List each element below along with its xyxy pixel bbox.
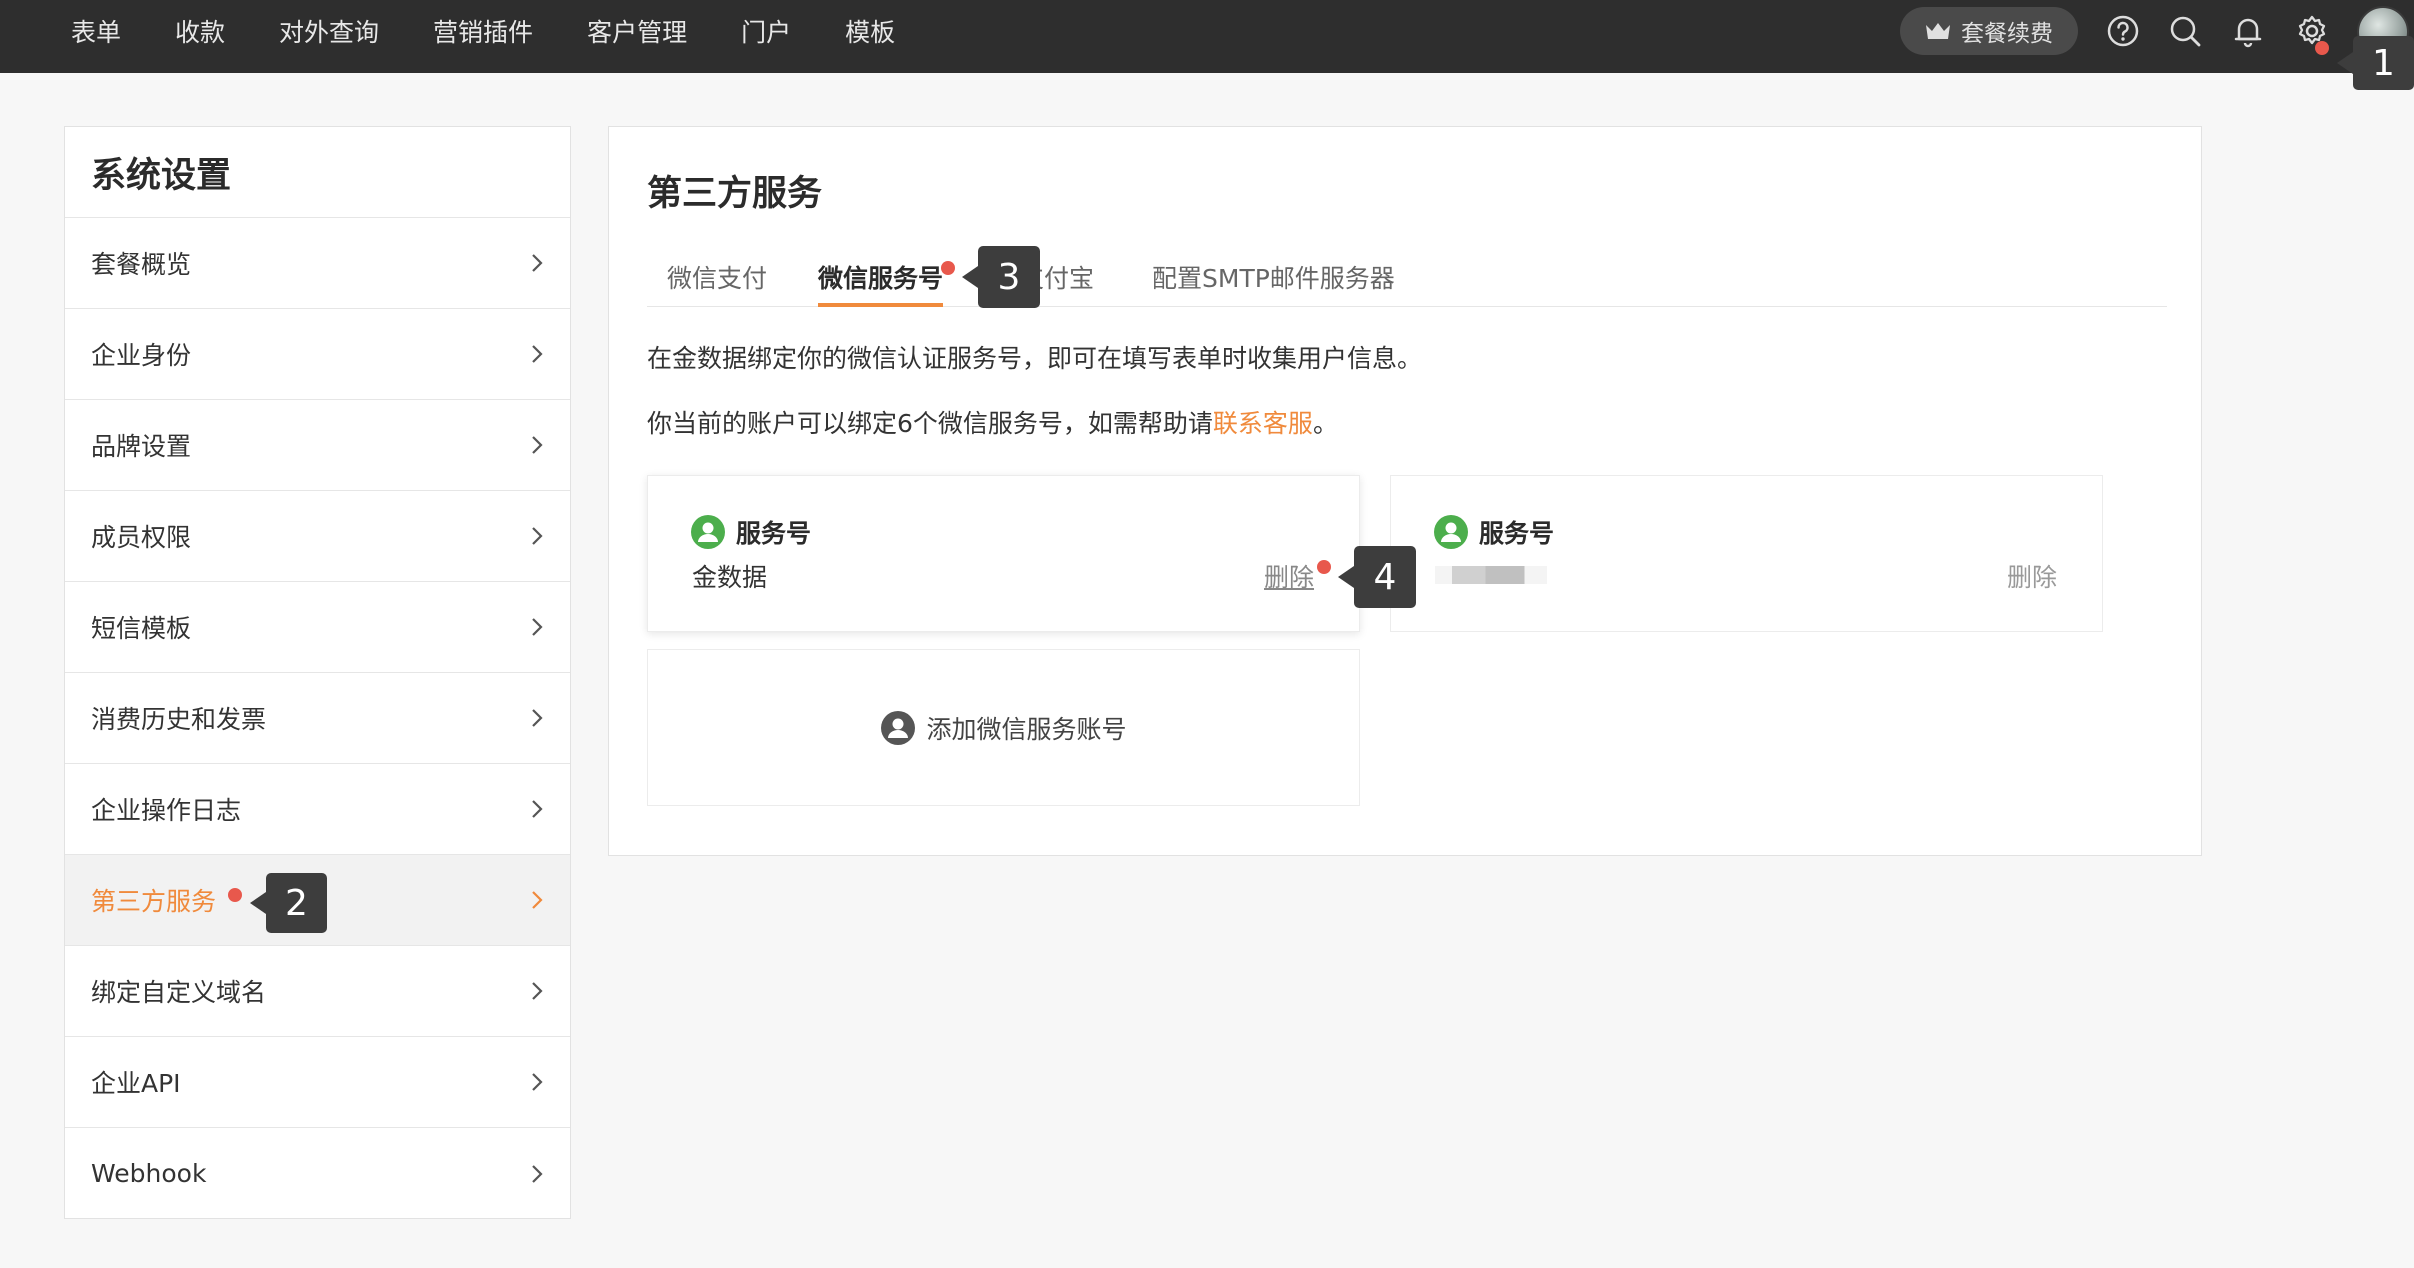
sidebar-item-label: 绑定自定义域名 [91, 978, 267, 1007]
card-header: 服务号 [690, 514, 811, 550]
chevron-right-icon [526, 525, 548, 547]
delete-link[interactable]: 删除 [1264, 558, 1314, 594]
delete-link[interactable]: 删除 [2007, 558, 2057, 594]
sidebar-item-label: 企业API [91, 1069, 181, 1098]
service-account-card: 服务号 删除 [1390, 475, 2103, 632]
chevron-right-icon [526, 707, 548, 729]
wechat-user-icon [691, 515, 725, 549]
third-party-services-panel: 第三方服务 微信支付 微信服务号 支付宝 配置SMTP邮件服务器 在金数据绑定你… [608, 126, 2202, 856]
renew-plan-label: 套餐续费 [1961, 21, 2053, 47]
renew-plan-button[interactable]: 套餐续费 [1900, 7, 2078, 55]
service-account-card: 服务号 金数据 删除 [647, 475, 1360, 632]
account-limit-text: 你当前的账户可以绑定6个微信服务号，如需帮助请联系客服。 [647, 404, 1338, 440]
user-add-icon [881, 710, 916, 745]
tab-marker-dot [941, 261, 955, 275]
add-service-account-label: 添加微信服务账号 [926, 714, 1127, 744]
sidebar-item-custom-domain[interactable]: 绑定自定义域名 [65, 946, 570, 1037]
callout-marker-1: 1 [2337, 36, 2414, 90]
card-title: 服务号 [736, 519, 812, 548]
nav-item-customer-management[interactable]: 客户管理 [587, 13, 687, 49]
main-nav: 表单 收款 对外查询 营销插件 客户管理 门户 模板 [71, 0, 949, 62]
sidebar-item-member-permissions[interactable]: 成员权限 [65, 491, 570, 582]
nav-item-portal[interactable]: 门户 [741, 13, 791, 49]
bell-icon[interactable] [2229, 12, 2267, 50]
nav-item-marketing-plugins[interactable]: 营销插件 [433, 13, 533, 49]
sidebar-item-label: 成员权限 [91, 523, 192, 552]
account-limit-suffix: 。 [1312, 409, 1338, 438]
sidebar-item-company-api[interactable]: 企业API [65, 1037, 570, 1128]
bind-description: 在金数据绑定你的微信认证服务号，即可在填写表单时收集用户信息。 [647, 344, 1423, 373]
sidebar-item-label: 短信模板 [91, 614, 192, 643]
chevron-right-icon [526, 434, 548, 456]
sidebar-item-label: 品牌设置 [91, 432, 192, 461]
chevron-right-icon [526, 889, 548, 911]
help-icon[interactable] [2104, 12, 2142, 50]
chevron-right-icon [526, 798, 548, 820]
tab-smtp-config[interactable]: 配置SMTP邮件服务器 [1152, 251, 1395, 307]
nav-item-forms[interactable]: 表单 [71, 13, 121, 49]
sidebar-item-label: 第三方服务 [91, 887, 217, 916]
sidebar-item-webhook[interactable]: Webhook [65, 1128, 570, 1219]
service-tabs: 微信支付 微信服务号 支付宝 配置SMTP邮件服务器 [647, 251, 2167, 307]
chevron-right-icon [526, 1071, 548, 1093]
callout-marker-2: 2 [250, 873, 327, 933]
chevron-right-icon [526, 616, 548, 638]
sidebar-item-billing-history[interactable]: 消费历史和发票 [65, 673, 570, 764]
sidebar-item-company-identity[interactable]: 企业身份 [65, 309, 570, 400]
chevron-right-icon [526, 1163, 548, 1185]
contact-support-link[interactable]: 联系客服 [1213, 409, 1313, 438]
sidebar-item-brand-settings[interactable]: 品牌设置 [65, 400, 570, 491]
sidebar-title: 系统设置 [65, 127, 570, 218]
account-name: 金数据 [692, 563, 768, 592]
top-nav-bar: 表单 收款 对外查询 营销插件 客户管理 门户 模板 套餐续费 [0, 0, 2414, 73]
sidebar-item-label: 消费历史和发票 [91, 705, 267, 734]
add-service-account-button[interactable]: 添加微信服务账号 [647, 649, 1360, 806]
nav-item-templates[interactable]: 模板 [845, 13, 895, 49]
account-limit-prefix: 你当前的账户可以绑定6个微信服务号，如需帮助请 [647, 409, 1213, 438]
sidebar-item-label: Webhook [91, 1159, 207, 1188]
callout-marker-3: 3 [962, 246, 1040, 308]
page-title: 第三方服务 [647, 174, 823, 214]
tab-wechat-pay[interactable]: 微信支付 [667, 251, 767, 307]
sidebar-item-sms-templates[interactable]: 短信模板 [65, 582, 570, 673]
sidebar-item-label: 企业操作日志 [91, 796, 242, 825]
card-header: 服务号 [1433, 514, 1554, 550]
card-title: 服务号 [1479, 519, 1555, 548]
tab-wechat-service-account[interactable]: 微信服务号 [818, 251, 944, 307]
callout-marker-4: 4 [1338, 546, 1416, 608]
sidebar-item-label: 企业身份 [91, 341, 192, 370]
nav-item-public-query[interactable]: 对外查询 [279, 13, 379, 49]
sidebar-item-label: 套餐概览 [91, 250, 192, 279]
crown-icon [1926, 23, 1950, 39]
delete-marker-dot [1317, 560, 1331, 574]
wechat-user-icon [1434, 515, 1468, 549]
sidebar-marker-dot [228, 888, 242, 902]
settings-notification-dot [2315, 41, 2329, 55]
sidebar-item-operation-log[interactable]: 企业操作日志 [65, 764, 570, 855]
settings-sidebar: 系统设置 套餐概览 企业身份 品牌设置 成员权限 短信模板 消费历史和发票 企业… [64, 126, 571, 1219]
chevron-right-icon [526, 343, 548, 365]
search-icon[interactable] [2166, 12, 2204, 50]
chevron-right-icon [526, 252, 548, 274]
masked-account-name [1435, 566, 1547, 584]
sidebar-item-plan-overview[interactable]: 套餐概览 [65, 218, 570, 309]
nav-item-payments[interactable]: 收款 [175, 13, 225, 49]
chevron-right-icon [526, 980, 548, 1002]
